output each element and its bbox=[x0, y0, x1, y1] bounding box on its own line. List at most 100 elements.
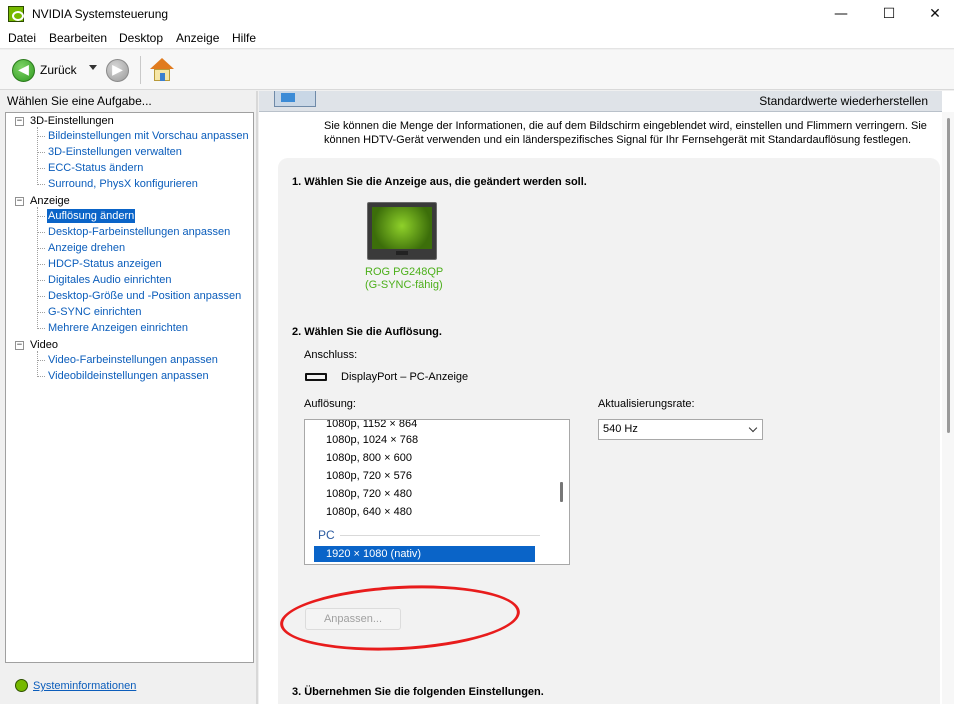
tree-line bbox=[37, 351, 38, 377]
content-scrollbar[interactable] bbox=[942, 112, 954, 704]
tree-item-gsync[interactable]: G-SYNC einrichten bbox=[47, 305, 143, 319]
forward-arrow-icon[interactable]: ▶ bbox=[106, 59, 129, 82]
list-item[interactable]: 1080p, 800 × 600 bbox=[326, 450, 412, 466]
refresh-rate-select[interactable]: 540 Hz bbox=[598, 419, 763, 440]
toolbar-separator bbox=[140, 56, 141, 84]
list-item[interactable]: 1080p, 640 × 480 bbox=[326, 504, 412, 520]
list-item[interactable]: 1080p, 1152 × 864 bbox=[326, 420, 417, 432]
maximize-button[interactable]: ☐ bbox=[866, 0, 912, 28]
tree-line bbox=[38, 296, 45, 297]
menu-desktop[interactable]: Desktop bbox=[119, 31, 163, 45]
resolution-label: Auflösung: bbox=[304, 398, 356, 410]
tree-line bbox=[38, 232, 45, 233]
task-panel-title: Wählen Sie eine Aufgabe... bbox=[7, 94, 152, 108]
tree-line bbox=[38, 216, 45, 217]
connector-value: DisplayPort – PC-Anzeige bbox=[341, 371, 469, 383]
menu-bar: Datei Bearbeiten Desktop Anzeige Hilfe bbox=[0, 28, 954, 49]
tree-line bbox=[38, 264, 45, 265]
tree-item-change-resolution[interactable]: Auflösung ändern bbox=[47, 209, 136, 223]
monitor-icon[interactable] bbox=[367, 202, 437, 260]
tree-line bbox=[37, 207, 38, 329]
system-info-icon bbox=[15, 679, 28, 692]
page-description: Sie können die Menge der Informationen, … bbox=[324, 120, 927, 146]
tree-item-ecc-status[interactable]: ECC-Status ändern bbox=[47, 161, 144, 175]
task-panel-header: Wählen Sie eine Aufgabe... bbox=[0, 91, 256, 111]
toolbar bbox=[0, 50, 954, 90]
menu-display[interactable]: Anzeige bbox=[176, 31, 219, 45]
list-group-divider bbox=[340, 535, 540, 536]
monitor-screen bbox=[372, 207, 432, 249]
tree-line bbox=[38, 376, 45, 377]
tree-item-rotate-display[interactable]: Anzeige drehen bbox=[47, 241, 126, 255]
tree-line bbox=[38, 168, 45, 169]
refresh-rate-value: 540 Hz bbox=[603, 423, 638, 435]
tree-item-manage-3d[interactable]: 3D-Einstellungen verwalten bbox=[47, 145, 183, 159]
title-bar: NVIDIA Systemsteuerung — ☐ ✕ bbox=[0, 0, 954, 28]
tree-item-image-preview[interactable]: Bildeinstellungen mit Vorschau anpassen bbox=[47, 129, 250, 143]
nvidia-app-icon bbox=[8, 6, 24, 22]
back-button-label[interactable]: Zurück bbox=[40, 63, 77, 77]
tree-item-digital-audio[interactable]: Digitales Audio einrichten bbox=[47, 273, 173, 287]
tree-line bbox=[38, 312, 45, 313]
menu-file[interactable]: Datei bbox=[8, 31, 36, 45]
tree-line bbox=[38, 360, 45, 361]
tree-item-multiple-displays[interactable]: Mehrere Anzeigen einrichten bbox=[47, 321, 189, 335]
back-arrow-icon[interactable]: ◀ bbox=[12, 59, 35, 82]
collapse-toggle-3d[interactable]: − bbox=[15, 117, 24, 126]
minimize-button[interactable]: — bbox=[818, 0, 864, 28]
window-title: NVIDIA Systemsteuerung bbox=[32, 7, 169, 21]
home-door bbox=[160, 73, 165, 81]
list-item[interactable]: 1080p, 720 × 480 bbox=[326, 486, 412, 502]
tree-group-display[interactable]: Anzeige bbox=[30, 195, 70, 207]
monitor-name: ROG PG248QP bbox=[365, 266, 444, 278]
back-history-chevron-icon[interactable] bbox=[89, 65, 97, 70]
refresh-rate-label: Aktualisierungsrate: bbox=[598, 398, 695, 410]
red-circle-annotation bbox=[278, 579, 522, 657]
monitor-subtitle: (G-SYNC-fähig) bbox=[365, 279, 443, 291]
menu-edit[interactable]: Bearbeiten bbox=[49, 31, 107, 45]
tree-item-hdcp-status[interactable]: HDCP-Status anzeigen bbox=[47, 257, 163, 271]
restore-defaults-link[interactable]: Standardwerte wiederherstellen bbox=[759, 94, 928, 108]
task-tree[interactable]: − 3D-Einstellungen Bildeinstellungen mit… bbox=[5, 112, 254, 663]
monitor-label[interactable]: ROG PG248QP (G-SYNC-fähig) bbox=[365, 266, 443, 292]
connector-label: Anschluss: bbox=[304, 349, 358, 361]
collapse-toggle-video[interactable]: − bbox=[15, 341, 24, 350]
tree-line bbox=[38, 136, 45, 137]
selected-resolution-item[interactable]: 1920 × 1080 (nativ) bbox=[314, 546, 535, 562]
tree-line bbox=[38, 248, 45, 249]
tree-group-video[interactable]: Video bbox=[30, 339, 58, 351]
tree-line bbox=[38, 184, 45, 185]
menu-help[interactable]: Hilfe bbox=[232, 31, 256, 45]
settings-panel: 1. Wählen Sie die Anzeige aus, die geänd… bbox=[278, 158, 940, 704]
chevron-down-icon bbox=[748, 423, 758, 433]
list-group-pc: PC bbox=[318, 528, 335, 542]
home-icon[interactable] bbox=[150, 58, 174, 82]
list-item[interactable]: 1080p, 1024 × 768 bbox=[326, 432, 418, 448]
home-roof bbox=[150, 58, 174, 69]
tree-item-video-image[interactable]: Videobildeinstellungen anpassen bbox=[47, 369, 210, 383]
system-info-link[interactable]: Systeminformationen bbox=[33, 680, 136, 692]
tree-item-desktop-size[interactable]: Desktop-Größe und -Position anpassen bbox=[47, 289, 242, 303]
display-settings-icon bbox=[274, 91, 316, 107]
tree-item-video-color[interactable]: Video-Farbeinstellungen anpassen bbox=[47, 353, 219, 367]
tree-item-desktop-color[interactable]: Desktop-Farbeinstellungen anpassen bbox=[47, 225, 231, 239]
list-scrollbar-thumb[interactable] bbox=[560, 482, 563, 502]
resolution-list[interactable]: 1080p, 1152 × 864 1080p, 1024 × 768 1080… bbox=[304, 419, 570, 565]
tree-group-3d-settings[interactable]: 3D-Einstellungen bbox=[30, 115, 114, 127]
displayport-icon bbox=[305, 373, 327, 381]
step1-title: 1. Wählen Sie die Anzeige aus, die geänd… bbox=[292, 176, 587, 188]
step3-title: 3. Übernehmen Sie die folgenden Einstell… bbox=[292, 686, 544, 698]
page-banner: Standardwerte wiederherstellen bbox=[259, 91, 942, 112]
content-scroll-thumb[interactable] bbox=[947, 118, 950, 433]
content-pane: Standardwerte wiederherstellen Sie könne… bbox=[259, 91, 954, 704]
tree-line bbox=[38, 280, 45, 281]
step2-title: 2. Wählen Sie die Auflösung. bbox=[292, 326, 442, 338]
tree-line bbox=[38, 328, 45, 329]
close-button[interactable]: ✕ bbox=[912, 0, 954, 28]
list-item[interactable]: 1080p, 720 × 576 bbox=[326, 468, 412, 484]
collapse-toggle-display[interactable]: − bbox=[15, 197, 24, 206]
tree-item-surround-physx[interactable]: Surround, PhysX konfigurieren bbox=[47, 177, 199, 191]
monitor-stand bbox=[396, 251, 408, 255]
tree-line bbox=[38, 152, 45, 153]
panel-splitter[interactable] bbox=[256, 91, 258, 704]
